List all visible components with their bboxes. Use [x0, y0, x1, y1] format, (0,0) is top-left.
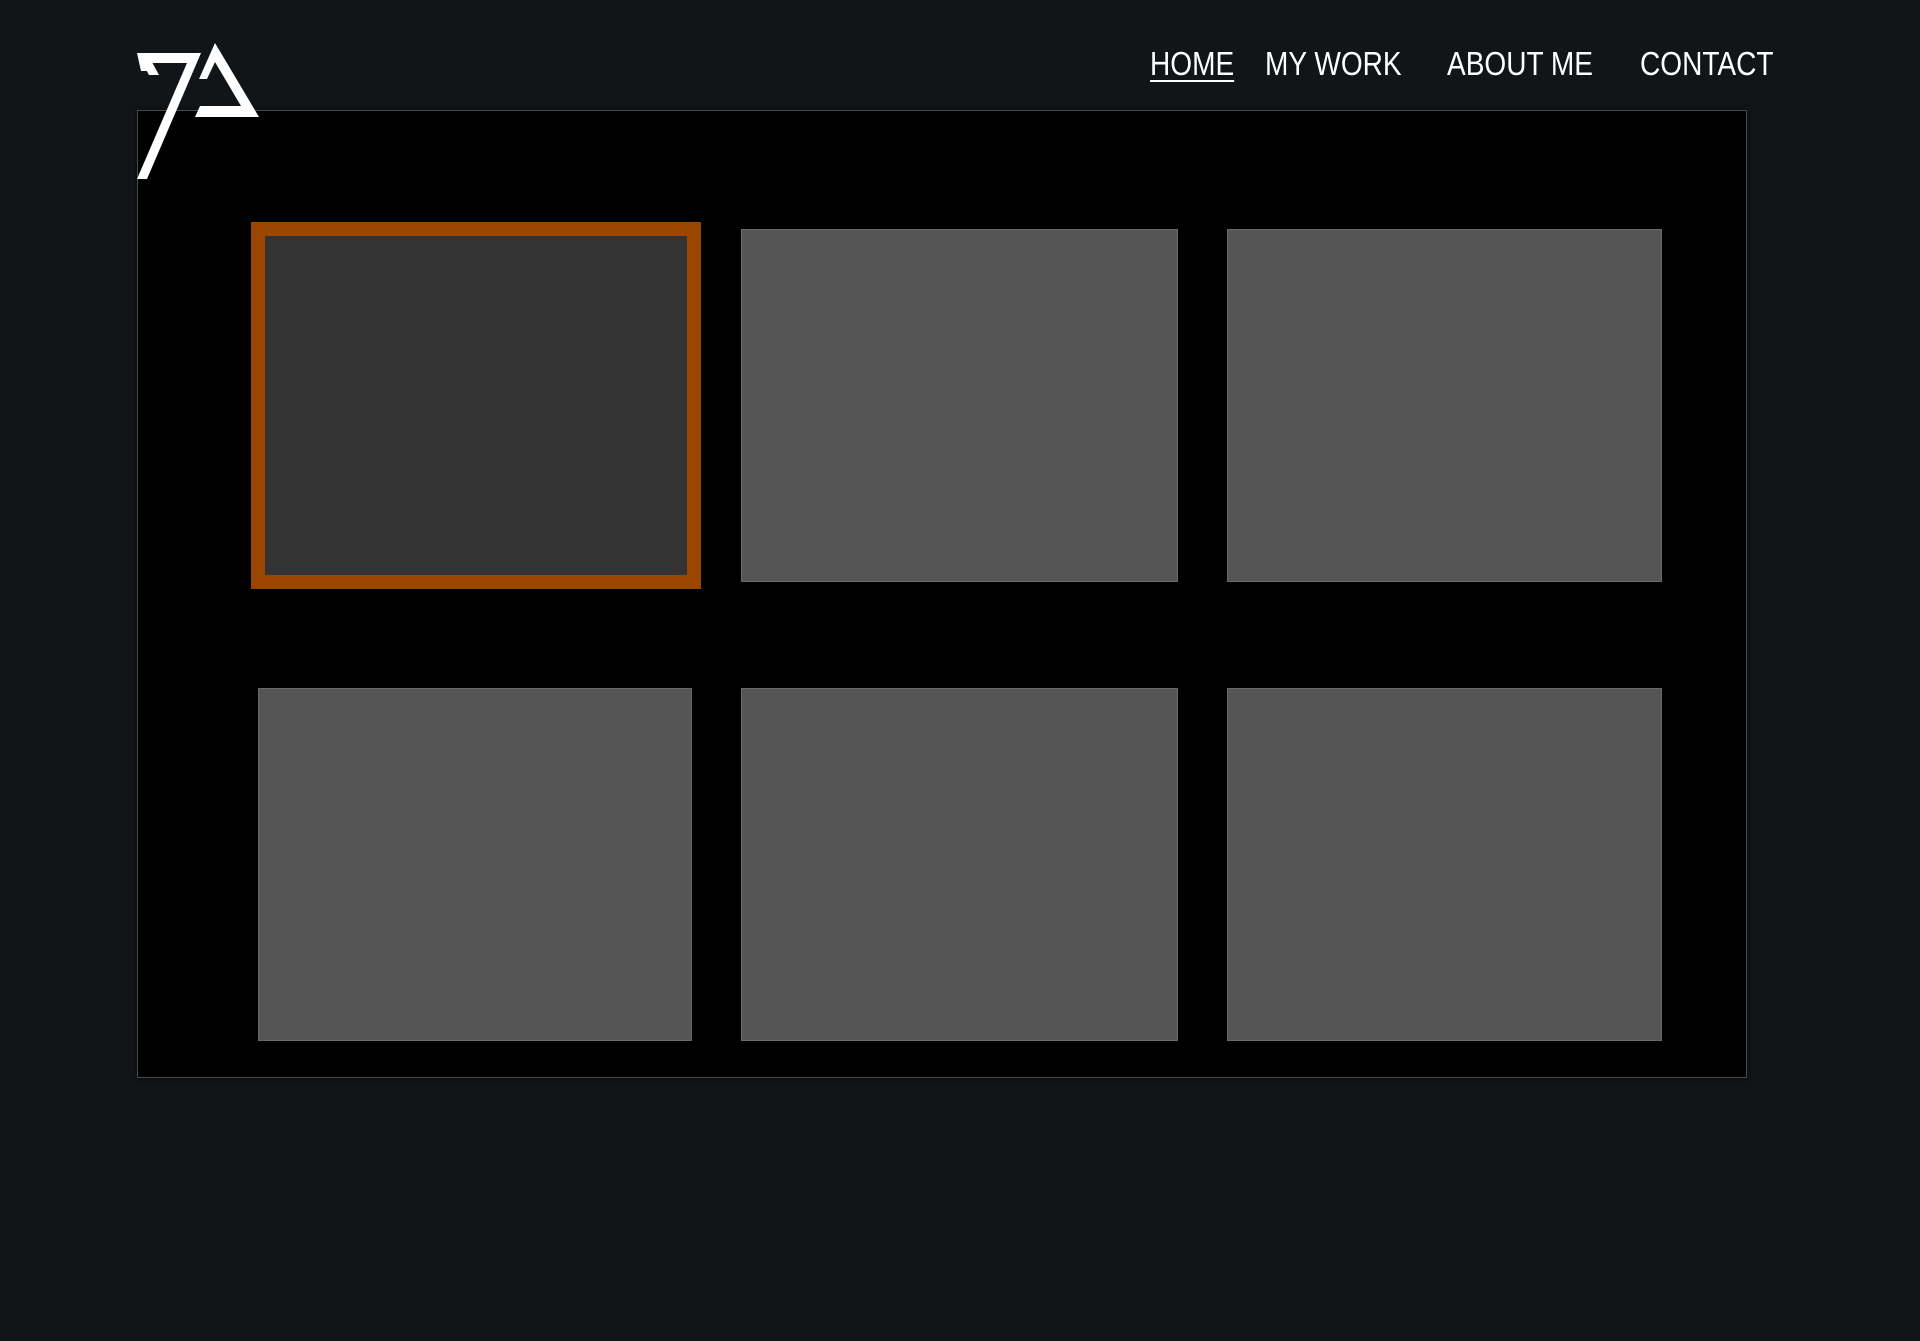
nav-home-link[interactable]: HOME	[1150, 45, 1234, 83]
nav-contact-link[interactable]: CONTACT	[1640, 45, 1773, 83]
page: HOME MY WORK ABOUT ME CONTACT	[0, 0, 1920, 1341]
gallery-panel	[137, 110, 1747, 1078]
ya-monogram-logo[interactable]	[137, 43, 259, 179]
gallery-tile-3[interactable]	[1227, 229, 1662, 582]
gallery-tile-4[interactable]	[258, 688, 692, 1041]
gallery-tile-6[interactable]	[1227, 688, 1662, 1041]
gallery-tile-5[interactable]	[741, 688, 1178, 1041]
gallery-tile-1[interactable]	[251, 222, 701, 589]
gallery-tile-2[interactable]	[741, 229, 1178, 582]
nav-about-me-link[interactable]: ABOUT ME	[1447, 45, 1593, 83]
nav-my-work-link[interactable]: MY WORK	[1265, 45, 1402, 83]
ya-monogram-logo-icon	[137, 43, 259, 179]
